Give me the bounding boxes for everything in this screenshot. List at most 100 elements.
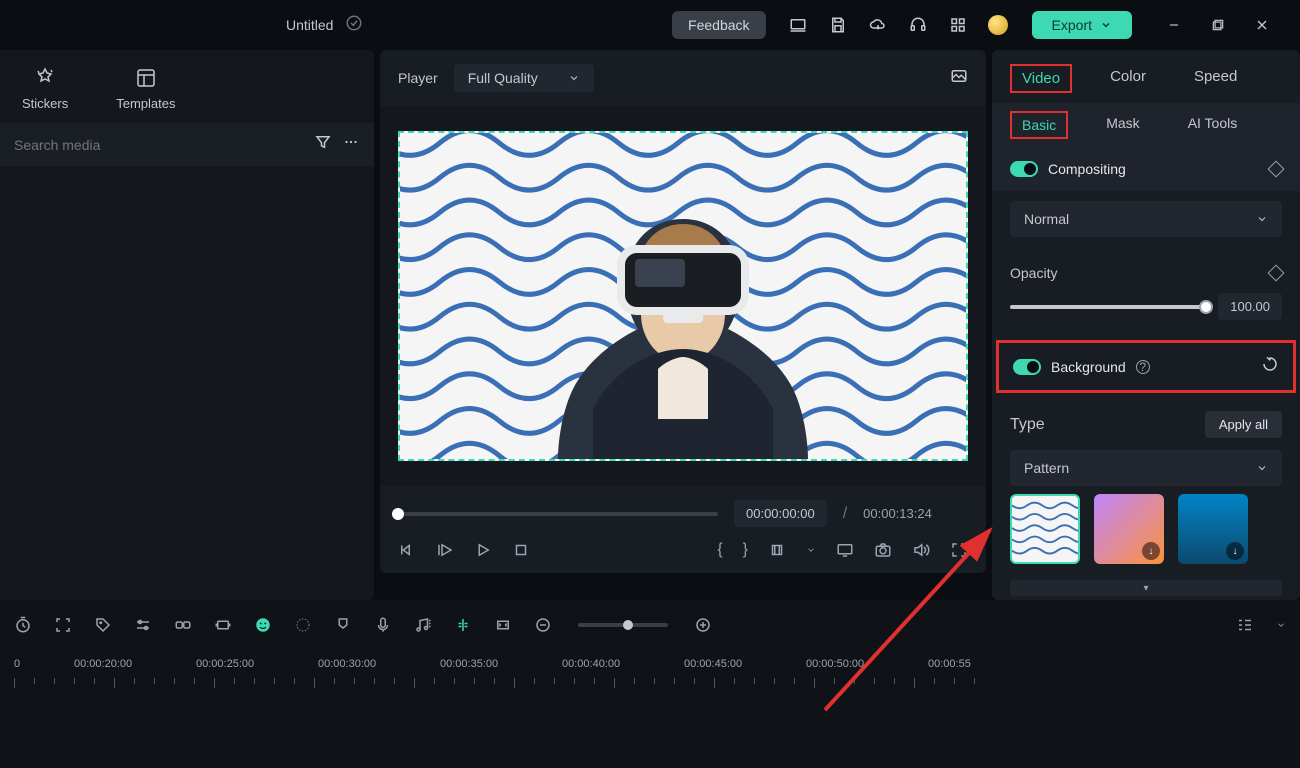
camera-icon[interactable] <box>874 541 892 559</box>
person-vr-silhouette <box>503 179 863 459</box>
progress-thumb[interactable] <box>392 508 404 520</box>
opacity-keyframe-icon[interactable] <box>1268 265 1285 282</box>
sliders-icon[interactable] <box>134 616 152 634</box>
expand-icon[interactable] <box>494 616 512 634</box>
progress-bar[interactable] <box>398 512 718 516</box>
fullscreen-icon[interactable] <box>950 541 968 559</box>
prev-frame-icon[interactable] <box>398 541 416 559</box>
inspector-panel: Video Color Speed Basic Mask AI Tools Co… <box>992 50 1300 600</box>
export-label: Export <box>1052 17 1092 33</box>
help-icon[interactable]: ? <box>1136 360 1150 374</box>
preview-frame[interactable] <box>398 131 968 461</box>
coin-icon[interactable] <box>988 15 1008 35</box>
filter-icon[interactable] <box>314 133 332 156</box>
opacity-label: Opacity <box>1010 265 1057 281</box>
tab-stickers[interactable]: Stickers <box>8 62 82 115</box>
focus-icon[interactable] <box>54 616 72 634</box>
blend-mode-select[interactable]: Normal <box>1010 201 1282 237</box>
background-section: Background ? <box>996 340 1296 393</box>
opacity-slider[interactable] <box>1010 305 1206 309</box>
ruler-mark: 00:00:25:00 <box>196 658 254 670</box>
ruler-mark: 00:00:30:00 <box>318 658 376 670</box>
subtab-basic[interactable]: Basic <box>1010 111 1068 139</box>
tab-speed[interactable]: Speed <box>1184 64 1247 93</box>
opacity-slider-thumb[interactable] <box>1199 300 1213 314</box>
close-button[interactable] <box>1248 11 1276 39</box>
player-label: Player <box>398 70 438 86</box>
pattern-gradient[interactable]: ↓ <box>1094 494 1164 564</box>
reset-icon[interactable] <box>1261 355 1279 378</box>
media-panel: Stickers Templates <box>0 50 374 600</box>
search-input[interactable] <box>14 137 304 153</box>
stickers-label: Stickers <box>22 96 68 111</box>
mic-icon[interactable] <box>374 616 392 634</box>
chevron-down-timeline-icon[interactable] <box>1276 620 1286 630</box>
timer-icon[interactable] <box>14 616 32 634</box>
link-icon[interactable] <box>174 616 192 634</box>
marker-icon[interactable] <box>334 616 352 634</box>
compositing-toggle[interactable] <box>1010 161 1038 177</box>
type-select[interactable]: Pattern <box>1010 450 1282 486</box>
picture-icon[interactable] <box>950 67 968 90</box>
maximize-button[interactable] <box>1204 11 1232 39</box>
tab-templates[interactable]: Templates <box>102 62 189 115</box>
volume-icon[interactable] <box>912 541 930 559</box>
tag-icon[interactable] <box>94 616 112 634</box>
compositing-section: Compositing <box>992 147 1300 191</box>
clip-icon[interactable] <box>214 616 232 634</box>
type-value: Pattern <box>1024 460 1069 476</box>
blend-mode-value: Normal <box>1024 211 1069 227</box>
timeline-ruler[interactable]: 0 00:00:20:00 00:00:25:00 00:00:30:00 00… <box>14 658 1286 698</box>
brace-right-icon[interactable]: } <box>743 541 748 559</box>
brace-left-icon[interactable]: { <box>717 541 722 559</box>
stop-icon[interactable] <box>512 541 530 559</box>
player-panel: Player Full Quality <box>374 50 992 600</box>
apply-all-button[interactable]: Apply all <box>1205 411 1282 438</box>
play-icon[interactable] <box>436 541 454 559</box>
face-icon[interactable] <box>254 616 272 634</box>
chevron-down-icon[interactable] <box>806 545 816 555</box>
tab-color[interactable]: Color <box>1100 64 1156 93</box>
more-icon[interactable] <box>342 133 360 156</box>
ruler-mark: 0 <box>14 658 20 670</box>
keyframe-diamond-icon[interactable] <box>1268 161 1285 178</box>
display-icon[interactable] <box>836 541 854 559</box>
export-button[interactable]: Export <box>1032 11 1132 39</box>
tab-video[interactable]: Video <box>1010 64 1072 93</box>
background-toggle[interactable] <box>1013 359 1041 375</box>
pattern-wave-blue[interactable]: ↓ <box>1178 494 1248 564</box>
download-icon: ↓ <box>1142 542 1160 560</box>
preview-area[interactable] <box>380 106 986 486</box>
subtab-aitools[interactable]: AI Tools <box>1178 111 1248 139</box>
device-icon[interactable] <box>788 15 808 35</box>
saved-check-icon <box>345 14 363 37</box>
headset-icon[interactable] <box>908 15 928 35</box>
background-label: Background <box>1051 359 1126 375</box>
titlebar: Untitled Feedback Export <box>0 0 1300 50</box>
split-icon[interactable] <box>454 616 472 634</box>
dots-icon[interactable] <box>294 616 312 634</box>
music-icon[interactable] <box>414 616 432 634</box>
save-icon[interactable] <box>828 15 848 35</box>
expand-patterns[interactable]: ▾ <box>1010 580 1282 596</box>
zoom-thumb[interactable] <box>623 620 633 630</box>
list-view-icon[interactable] <box>1236 616 1254 634</box>
feedback-button[interactable]: Feedback <box>672 11 765 39</box>
ruler-mark: 00:00:20:00 <box>74 658 132 670</box>
cloud-icon[interactable] <box>868 15 888 35</box>
zoom-out-icon[interactable] <box>534 616 552 634</box>
ruler-mark: 00:00:50:00 <box>806 658 864 670</box>
zoom-slider[interactable] <box>578 623 668 627</box>
play-single-icon[interactable] <box>474 541 492 559</box>
apps-icon[interactable] <box>948 15 968 35</box>
player-controls: 00:00:00:00 / 00:00:13:24 { } <box>380 486 986 573</box>
subtab-mask[interactable]: Mask <box>1096 111 1149 139</box>
minimize-button[interactable] <box>1160 11 1188 39</box>
current-time: 00:00:00:00 <box>734 500 827 527</box>
pattern-wavy[interactable] <box>1010 494 1080 564</box>
opacity-value[interactable]: 100.00 <box>1218 293 1282 320</box>
crop-icon[interactable] <box>768 541 786 559</box>
quality-select[interactable]: Full Quality <box>454 64 594 92</box>
project-title: Untitled <box>286 17 333 33</box>
zoom-in-icon[interactable] <box>694 616 712 634</box>
